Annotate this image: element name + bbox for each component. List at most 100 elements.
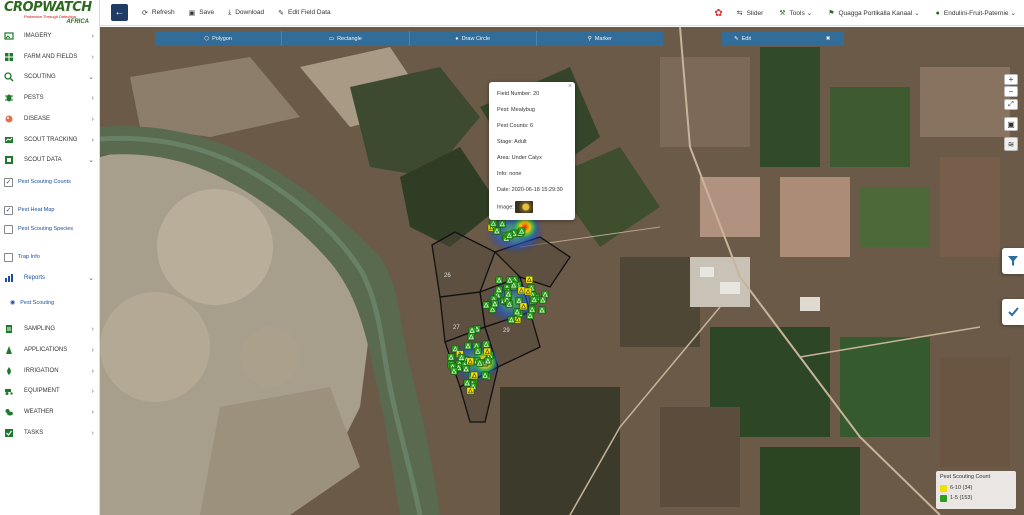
tools-dropdown[interactable]: ⚒ Tools ⌄ <box>779 9 812 18</box>
pest-marker-low[interactable] <box>526 311 534 320</box>
popup-close-icon[interactable]: × <box>568 83 572 90</box>
pest-marker-low[interactable] <box>498 220 506 228</box>
pest-marker-low[interactable] <box>495 276 503 284</box>
save-icon: ▣ <box>188 9 196 17</box>
filter-panel-tab[interactable] <box>1002 248 1024 274</box>
pest-marker-high[interactable] <box>470 371 479 380</box>
pest-marker-low[interactable] <box>505 300 514 308</box>
sidebar-item-scout-data[interactable]: Scout Data ⌄ <box>0 150 100 170</box>
back-button[interactable]: ← <box>111 4 128 21</box>
pest-marker-low[interactable] <box>530 295 538 304</box>
chevron-right-icon: › <box>91 32 94 40</box>
draw-circle-button[interactable]: ● Draw Circle <box>410 31 537 46</box>
sidebar-item-pests[interactable]: Pests › <box>0 88 100 108</box>
pest-marker-low[interactable] <box>462 365 470 373</box>
weather-icon <box>4 407 14 417</box>
pest-marker-low[interactable] <box>464 342 472 350</box>
draw-polygon-button[interactable]: ⬡ Polygon <box>155 31 283 46</box>
draw-marker-button[interactable]: ⚲ Marker <box>537 31 663 46</box>
pest-marker-low[interactable] <box>517 227 526 235</box>
pest-marker-low[interactable] <box>482 340 490 348</box>
sidebar-item-disease[interactable]: Disease › <box>0 109 100 129</box>
slider-button[interactable]: ⇆ Slider <box>737 9 764 18</box>
pest-scouting-report-link[interactable]: ◉ Pest Scouting <box>10 299 104 307</box>
trap-info-toggle[interactable]: Trap Info <box>4 253 98 262</box>
checkbox-icon[interactable] <box>4 253 13 262</box>
sidebar-item-imagery[interactable]: Imagery › <box>0 26 100 46</box>
pest-image-thumbnail[interactable] <box>515 201 534 213</box>
sidebar-item-farm-and-fields[interactable]: Farm and Fields › <box>0 47 100 67</box>
pest-marker-low[interactable] <box>491 300 499 308</box>
refresh-label: Refresh <box>151 9 175 16</box>
pest-marker-high[interactable] <box>466 387 475 395</box>
pest-marker-low[interactable] <box>506 276 514 284</box>
download-button[interactable]: ⤓ Download <box>228 9 264 17</box>
pest-marker-low[interactable] <box>504 290 513 298</box>
pest-marker-low[interactable] <box>507 316 516 324</box>
sidebar-item-irrigation[interactable]: Irrigation › <box>0 361 100 381</box>
pest-marker-low[interactable] <box>475 359 484 367</box>
edit-shapes-button[interactable]: ✎ Edit <box>722 31 812 46</box>
user-dropdown[interactable]: ● Endulini-Fruit-Paternie ⌄ <box>936 9 1016 18</box>
pest-marker-low[interactable] <box>538 306 546 314</box>
pest-marker-low[interactable] <box>474 347 482 356</box>
sidebar-item-label: Pests <box>24 95 44 101</box>
pest-marker-high[interactable] <box>517 286 526 295</box>
confirm-panel-tab[interactable] <box>1002 299 1024 325</box>
pest-marker-low[interactable] <box>513 308 521 316</box>
pest-marker-high[interactable] <box>524 287 532 296</box>
fullscreen-icon: ⤢ <box>1008 100 1014 108</box>
layers-button[interactable]: ≋ <box>1004 137 1018 151</box>
satellite-map[interactable]: 26 27 28 29 ⬡Polygon ▭Rectangle ●Draw Ci… <box>100 27 1024 515</box>
pest-marker-low[interactable] <box>467 333 475 341</box>
pest-alert-button[interactable]: ✿ <box>714 8 722 19</box>
pest-marker-high[interactable] <box>525 276 533 284</box>
delete-shapes-button[interactable]: ✖ <box>812 31 844 46</box>
sidebar-item-applications[interactable]: Applications › <box>0 340 100 360</box>
save-button[interactable]: ▣ Save <box>189 9 214 17</box>
refresh-button[interactable]: ⟳ Refresh <box>142 9 175 17</box>
scout-data-icon <box>4 155 14 165</box>
sidebar-item-label: Imagery <box>24 33 52 39</box>
pest-marker-low[interactable] <box>539 296 547 304</box>
sidebar-item-label: Reports <box>24 275 46 281</box>
sidebar-item-tasks[interactable]: Tasks › <box>0 423 100 443</box>
pest-marker-low[interactable] <box>447 353 455 361</box>
pest-marker-low[interactable] <box>450 367 458 375</box>
pest-heat-map-toggle[interactable]: ✓ Pest Heat Map <box>4 206 98 215</box>
zoom-in-button[interactable]: + <box>1004 74 1018 85</box>
pest-marker-low[interactable] <box>457 354 466 362</box>
pest-marker-high[interactable] <box>483 347 491 356</box>
draw-rectangle-button[interactable]: ▭ Rectangle <box>282 31 410 46</box>
pest-marker-low[interactable] <box>482 301 490 309</box>
checkbox-icon[interactable] <box>4 225 13 234</box>
pest-scouting-species-toggle[interactable]: Pest Scouting Species <box>4 225 98 234</box>
checkbox-checked-icon[interactable]: ✓ <box>4 178 13 187</box>
pest-marker-high[interactable] <box>519 302 528 311</box>
pest-marker-low[interactable] <box>484 357 492 365</box>
checkbox-checked-icon[interactable]: ✓ <box>4 206 13 215</box>
pest-marker-low[interactable] <box>505 231 514 240</box>
pest-marker-low[interactable] <box>468 326 476 335</box>
sidebar-item-weather[interactable]: Weather › <box>0 402 100 422</box>
pest-marker-low[interactable] <box>489 219 498 228</box>
basemap-toggle-button[interactable]: ▣ <box>1004 117 1018 131</box>
sidebar-item-reports[interactable]: Reports ⌄ <box>0 268 100 288</box>
farm-dropdown[interactable]: ⚑ Quagga Portikalla Kanaal ⌄ <box>828 9 919 18</box>
edit-field-data-button[interactable]: ✎ Edit Field Data <box>278 9 331 17</box>
sidebar-item-sampling[interactable]: Sampling › <box>0 319 100 339</box>
pest-marker-low[interactable] <box>463 379 471 387</box>
sampling-icon <box>4 324 14 334</box>
sidebar-item-equipment[interactable]: Equipment › <box>0 381 100 401</box>
pest-marker-low[interactable] <box>481 371 489 380</box>
sidebar-item-scouting[interactable]: Scouting ⌄ <box>0 67 100 87</box>
pest-marker-low[interactable] <box>493 227 501 235</box>
pest-marker-low[interactable] <box>528 305 536 314</box>
pest-marker-low[interactable] <box>495 286 503 294</box>
legend-row: 6-10 (34) <box>940 483 1012 493</box>
fullscreen-button[interactable]: ⤢ <box>1004 99 1018 110</box>
pest-marker-high[interactable] <box>466 357 474 366</box>
pest-scouting-counts-toggle[interactable]: ✓ Pest Scouting Counts <box>4 178 98 187</box>
sidebar-item-scout-tracking[interactable]: Scout Tracking › <box>0 130 100 150</box>
zoom-out-button[interactable]: − <box>1004 86 1018 97</box>
